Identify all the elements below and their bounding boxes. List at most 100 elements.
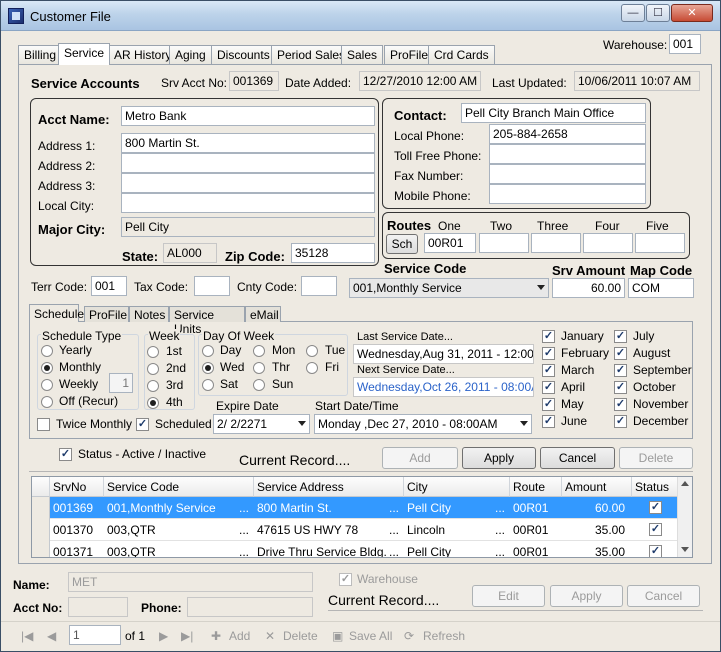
scroll-down-icon[interactable] [681,547,689,552]
table-row[interactable]: 001369 001,Monthly Service ... 800 Marti… [32,497,678,519]
twice-monthly-checkbox[interactable] [37,418,50,431]
address3-field[interactable] [121,173,375,193]
edit-button[interactable]: Edit [472,585,545,607]
monthly-radio[interactable] [41,362,53,374]
bottom-apply-button[interactable]: Apply [550,585,623,607]
subtab-service-units[interactable]: Service Units [169,306,245,336]
wed-radio[interactable] [202,362,214,374]
nav-refresh-label[interactable]: Refresh [423,629,465,643]
fax-field[interactable] [489,164,646,184]
maximize-button[interactable]: ☐ [646,4,670,22]
service-code-select[interactable]: 001,Monthly Service [349,278,549,298]
weekly-radio[interactable] [41,379,53,391]
august-checkbox[interactable]: ✓ [614,347,627,360]
start-date-picker[interactable]: Monday ,Dec 27, 2010 - 08:00AM [314,414,532,434]
save-icon[interactable]: ▣ [332,629,343,643]
delete-button[interactable]: Delete [619,447,693,469]
expire-date-picker[interactable]: 2/ 2/2271 [213,414,310,434]
february-checkbox[interactable]: ✓ [542,347,555,360]
nav-save-all-label[interactable]: Save All [349,629,392,643]
move-first-icon[interactable]: |◀ [21,629,33,643]
warehouse-field[interactable]: 001 [669,34,701,54]
tab-period-sales[interactable]: Period Sales [271,45,352,64]
col-city[interactable]: City [404,477,510,497]
table-row[interactable]: 001370 003,QTR ... 47615 US HWY 78 ... L… [32,519,678,541]
tab-crd-cards[interactable]: Crd Cards [428,45,495,64]
tab-profile[interactable]: ProFile [384,45,435,64]
status-checkbox[interactable]: ✓ [649,545,662,557]
address2-field[interactable] [121,153,375,173]
move-last-icon[interactable]: ▶| [181,629,193,643]
route-five-field[interactable] [635,233,685,253]
thr-radio[interactable] [253,362,265,374]
status-checkbox[interactable]: ✓ [649,501,662,514]
col-status[interactable]: Status [632,477,678,497]
close-button[interactable]: ✕ [671,4,713,22]
day-radio[interactable] [202,345,214,357]
add-new-icon[interactable]: ✚ [211,629,221,643]
position-field[interactable]: 1 [69,625,121,645]
weekly-interval-field[interactable]: 1 [109,373,133,393]
ellipsis-button[interactable]: ... [236,541,252,557]
local-city-field[interactable] [121,193,375,213]
major-city-field[interactable]: Pell City [121,217,375,237]
sch-button[interactable]: Sch [386,234,418,254]
row-selector[interactable] [32,519,50,541]
ellipsis-button[interactable]: ... [236,497,252,519]
col-srvno[interactable]: SrvNo [50,477,104,497]
off-recur-radio[interactable] [41,396,53,408]
delete-icon[interactable]: ✕ [265,629,275,643]
yearly-radio[interactable] [41,345,53,357]
tax-code-field[interactable] [194,276,230,296]
fri-radio[interactable] [306,362,318,374]
subtab-schedule[interactable]: Schedule [29,304,84,322]
srv-amount-field[interactable]: 60.00 [552,278,625,298]
local-phone-field[interactable]: 205-884-2658 [489,124,646,144]
subtab-notes[interactable]: Notes [129,306,169,322]
tue-radio[interactable] [306,345,318,357]
tab-sales[interactable]: Sales [341,45,384,64]
acct-name-field[interactable]: Metro Bank [121,106,375,126]
april-checkbox[interactable]: ✓ [542,381,555,394]
row-selector[interactable] [32,541,50,557]
status-checkbox[interactable]: ✓ [649,523,662,536]
scroll-up-icon[interactable] [681,481,689,486]
route-four-field[interactable] [583,233,633,253]
ellipsis-button[interactable]: ... [492,497,508,519]
tab-ar-history[interactable]: AR History [108,45,178,64]
ellipsis-button[interactable]: ... [236,519,252,541]
ellipsis-button[interactable]: ... [492,519,508,541]
tab-billing[interactable]: Billing [18,45,63,64]
route-two-field[interactable] [479,233,529,253]
march-checkbox[interactable]: ✓ [542,364,555,377]
contact-field[interactable]: Pell City Branch Main Office [461,103,646,123]
scheduled-checkbox[interactable]: ✓ [136,418,149,431]
col-service-code[interactable]: Service Code [104,477,254,497]
september-checkbox[interactable]: ✓ [614,364,627,377]
mobile-field[interactable] [489,184,646,204]
cancel-button[interactable]: Cancel [540,447,615,469]
tab-aging[interactable]: Aging [169,45,212,64]
november-checkbox[interactable]: ✓ [614,398,627,411]
route-one-field[interactable]: 00R01 [424,233,476,253]
state-field[interactable]: AL000 [163,243,217,263]
week-1st-radio[interactable] [147,346,159,358]
grid-scrollbar[interactable] [677,477,692,557]
add-button[interactable]: Add [382,447,458,469]
route-three-field[interactable] [531,233,581,253]
subtab-profile[interactable]: ProFile [84,306,129,322]
sat-radio[interactable] [202,379,214,391]
week-4th-radio[interactable] [147,397,159,409]
address1-field[interactable]: 800 Martin St. [121,133,375,153]
terr-code-field[interactable]: 001 [91,276,127,296]
bottom-cancel-button[interactable]: Cancel [627,585,700,607]
october-checkbox[interactable]: ✓ [614,381,627,394]
bottom-warehouse-checkbox[interactable]: ✓ [339,573,352,586]
row-selector[interactable] [32,497,50,519]
col-service-address[interactable]: Service Address [254,477,404,497]
ellipsis-button[interactable]: ... [492,541,508,557]
sun-radio[interactable] [253,379,265,391]
move-previous-icon[interactable]: ◀ [47,629,56,643]
col-amount[interactable]: Amount [562,477,632,497]
minimize-button[interactable]: — [621,4,645,22]
